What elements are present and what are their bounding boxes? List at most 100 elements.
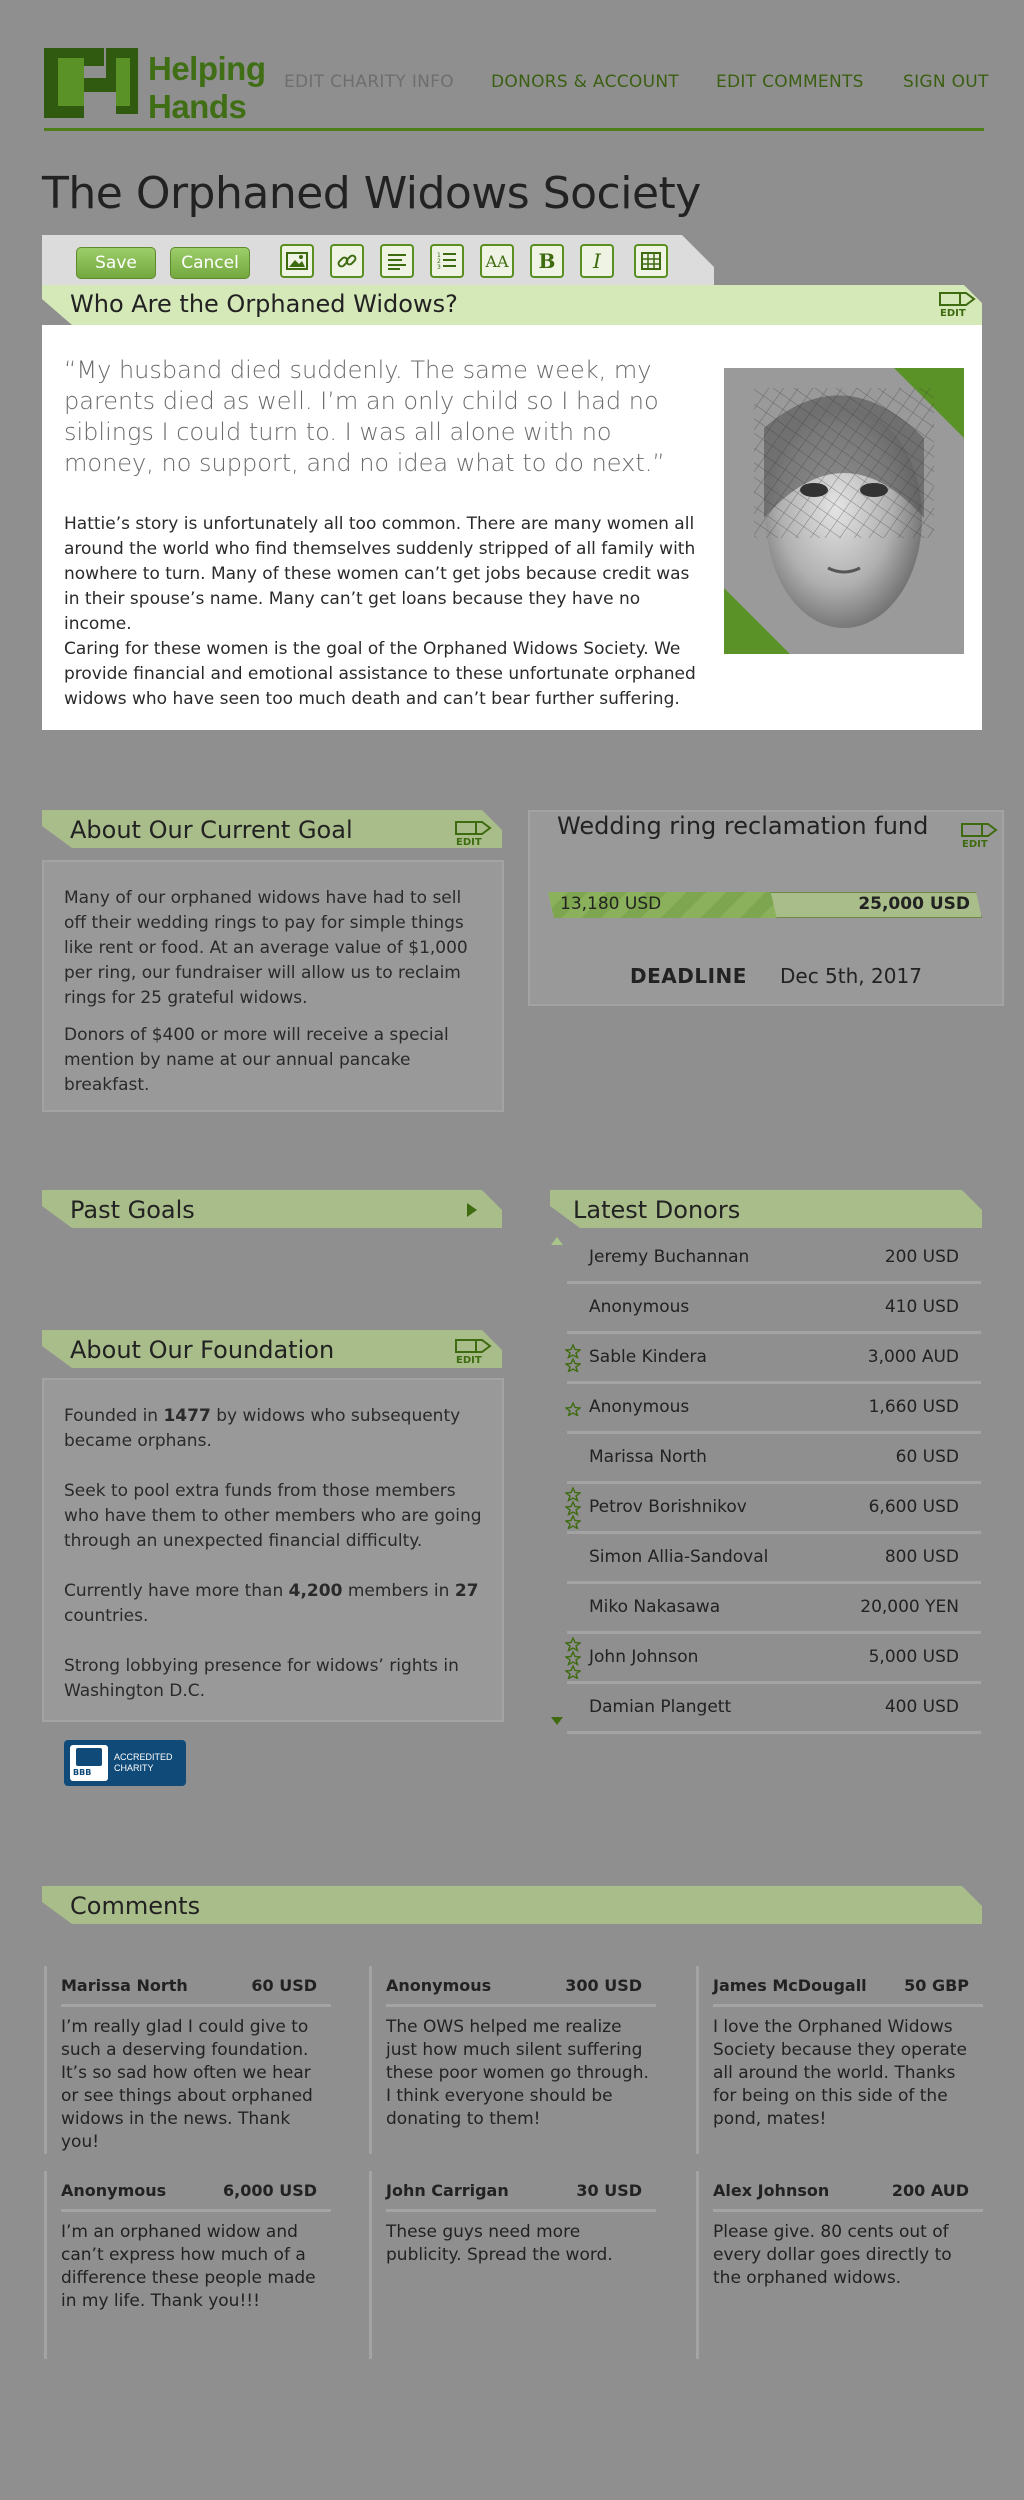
donor-row: Sable Kindera 3,000 AUD bbox=[564, 1335, 981, 1384]
nav-donors-account[interactable]: DONORS & ACCOUNT bbox=[491, 72, 679, 92]
foundation-paragraph-4: Strong lobbying presence for widows’ rig… bbox=[64, 1656, 459, 1701]
donor-row: Petrov Borishnikov 6,600 USD bbox=[564, 1485, 981, 1534]
comment-amount: 30 USD bbox=[576, 2181, 642, 2200]
edit-icon[interactable]: EDIT bbox=[454, 1338, 494, 1364]
comment-header: John Carrigan 30 USD bbox=[386, 2179, 656, 2212]
donor-name: Petrov Borishnikov bbox=[589, 1497, 747, 1517]
goal-paragraph-1: Many of our orphaned widows have had to … bbox=[64, 888, 468, 1008]
comment-author: James McDougall bbox=[713, 1976, 867, 1995]
numbered-list-icon[interactable]: 123 bbox=[430, 244, 464, 278]
logo-text: Helping Hands bbox=[148, 50, 266, 126]
bold-icon[interactable]: B bbox=[530, 244, 564, 278]
edit-label: EDIT bbox=[962, 839, 988, 848]
cancel-button[interactable]: Cancel bbox=[170, 247, 250, 279]
comment-author: Marissa North bbox=[61, 1976, 188, 1995]
fund-target-label: 25,000 USD bbox=[858, 894, 970, 914]
scroll-up-arrow-icon[interactable] bbox=[550, 1236, 564, 1246]
comment-text: I’m an orphaned widow and can’t express … bbox=[61, 2222, 316, 2311]
star-icon bbox=[564, 1401, 582, 1420]
comment-text: These guys need more publicity. Spread t… bbox=[386, 2222, 613, 2265]
nav-sign-out[interactable]: SIGN OUT bbox=[903, 72, 989, 92]
edit-icon[interactable]: EDIT bbox=[938, 291, 978, 317]
donor-row: Miko Nakasawa 20,000 YEN bbox=[567, 1585, 981, 1634]
comment-card: James McDougall 50 GBP I love the Orphaned… bbox=[696, 1966, 983, 2154]
comment-author: Alex Johnson bbox=[713, 2181, 830, 2200]
deadline-value: Dec 5th, 2017 bbox=[780, 964, 922, 988]
comments-section-title: Comments bbox=[70, 1892, 201, 1920]
goal-section-title: About Our Current Goal bbox=[70, 816, 353, 844]
donor-amount: 1,660 USD bbox=[868, 1397, 959, 1417]
comment-card: Alex Johnson 200 AUD Please give. 80 cents… bbox=[696, 2171, 983, 2359]
foundation-paragraph-2: Seek to pool extra funds from those memb… bbox=[64, 1481, 482, 1551]
comment-header: James McDougall 50 GBP bbox=[713, 1974, 983, 2007]
image-icon[interactable] bbox=[280, 244, 314, 278]
comment-header: Anonymous 6,000 USD bbox=[61, 2179, 331, 2212]
comment-amount: 200 AUD bbox=[891, 2181, 969, 2200]
link-icon[interactable] bbox=[330, 244, 364, 278]
donor-amount: 6,600 USD bbox=[868, 1497, 959, 1517]
comment-amount: 50 GBP bbox=[904, 1976, 969, 1995]
logo-text-line2: Hands bbox=[148, 88, 247, 125]
deadline-label: DEADLINE bbox=[630, 964, 747, 988]
fund-raised-label: 13,180 USD bbox=[560, 894, 662, 914]
comment-text: I love the Orphaned Widows Society becau… bbox=[713, 2017, 967, 2129]
comment-card: Marissa North 60 USD I’m really glad I cou… bbox=[44, 1966, 331, 2154]
bold-glyph: B bbox=[538, 249, 556, 273]
save-button[interactable]: Save bbox=[76, 247, 156, 279]
donor-row: Simon Allia-Sandoval 800 USD bbox=[567, 1535, 981, 1584]
comment-header: Marissa North 60 USD bbox=[61, 1974, 331, 2007]
donor-amount: 800 USD bbox=[884, 1547, 959, 1567]
expand-arrow-icon[interactable] bbox=[466, 1202, 478, 1218]
foundation-paragraph-3: Currently have more than 4,200 members i… bbox=[64, 1581, 479, 1626]
donor-row: Jeremy Buchannan 200 USD bbox=[567, 1235, 981, 1284]
donor-name: Damian Plangett bbox=[589, 1697, 732, 1717]
who-paragraph-2: Caring for these women is the goal of th… bbox=[64, 639, 696, 709]
font-size-glyph: AA bbox=[485, 251, 509, 271]
donor-amount: 20,000 YEN bbox=[860, 1597, 959, 1617]
foundation-paragraph-1: Founded in 1477 by widows who subsequent… bbox=[64, 1406, 461, 1451]
donor-name: Anonymous bbox=[589, 1297, 690, 1317]
who-section-title: Who Are the Orphaned Widows? bbox=[70, 290, 458, 318]
comment-card: Anonymous 6,000 USD I’m an orphaned widow … bbox=[44, 2171, 331, 2359]
logo-text-line1: Helping bbox=[148, 50, 266, 87]
comment-header: Alex Johnson 200 AUD bbox=[713, 2179, 983, 2212]
italic-icon[interactable]: I bbox=[580, 244, 614, 278]
donor-row: Anonymous 1,660 USD bbox=[564, 1385, 981, 1434]
donor-amount: 60 USD bbox=[895, 1447, 959, 1467]
logo-mark-icon bbox=[44, 48, 138, 118]
align-icon[interactable] bbox=[380, 244, 414, 278]
past-goals-title: Past Goals bbox=[70, 1196, 195, 1224]
nav-edit-comments[interactable]: EDIT COMMENTS bbox=[716, 72, 864, 92]
bbb-logo-text: BBB bbox=[73, 1768, 92, 1777]
fund-progress-bar: 13,180 USD 25,000 USD bbox=[548, 892, 982, 918]
svg-text:3: 3 bbox=[437, 264, 441, 271]
star-icon bbox=[564, 1486, 582, 1533]
portrait-image bbox=[724, 368, 964, 654]
scroll-down-arrow-icon[interactable] bbox=[550, 1716, 564, 1726]
foundation-section-title: About Our Foundation bbox=[70, 1336, 335, 1364]
edit-icon[interactable]: EDIT bbox=[454, 820, 494, 846]
comment-author: Anonymous bbox=[386, 1976, 492, 1995]
fund-title: Wedding ring reclamation fund bbox=[557, 812, 929, 840]
donor-name: Marissa North bbox=[589, 1447, 707, 1467]
donor-name: Simon Allia-Sandoval bbox=[589, 1547, 769, 1567]
badge-line1: ACCREDITED bbox=[114, 1752, 173, 1762]
edit-icon[interactable]: EDIT bbox=[960, 822, 1000, 848]
comment-text: Please give. 80 cents out of every dolla… bbox=[713, 2222, 952, 2288]
who-paragraph-1: Hattie’s story is unfortunately all too … bbox=[64, 514, 696, 634]
donor-name: Sable Kindera bbox=[589, 1347, 707, 1367]
donor-amount: 200 USD bbox=[884, 1247, 959, 1267]
bbb-torch-icon bbox=[76, 1748, 102, 1766]
nav-edit-charity-info[interactable]: EDIT CHARITY INFO bbox=[284, 72, 454, 92]
font-size-icon[interactable]: AA bbox=[480, 244, 514, 278]
donor-row: Anonymous 410 USD bbox=[567, 1285, 981, 1334]
goal-paragraph-2: Donors of $400 or more will receive a sp… bbox=[64, 1025, 449, 1095]
donor-amount: 400 USD bbox=[884, 1697, 959, 1717]
donor-name: Miko Nakasawa bbox=[589, 1597, 721, 1617]
logo[interactable]: Helping Hands bbox=[44, 48, 266, 125]
donor-row: Marissa North 60 USD bbox=[567, 1435, 981, 1484]
edit-label: EDIT bbox=[456, 837, 482, 846]
comment-amount: 6,000 USD bbox=[223, 2181, 317, 2200]
bbb-accredited-badge[interactable]: BBB ACCREDITED CHARITY bbox=[64, 1740, 186, 1786]
table-icon[interactable] bbox=[634, 244, 668, 278]
